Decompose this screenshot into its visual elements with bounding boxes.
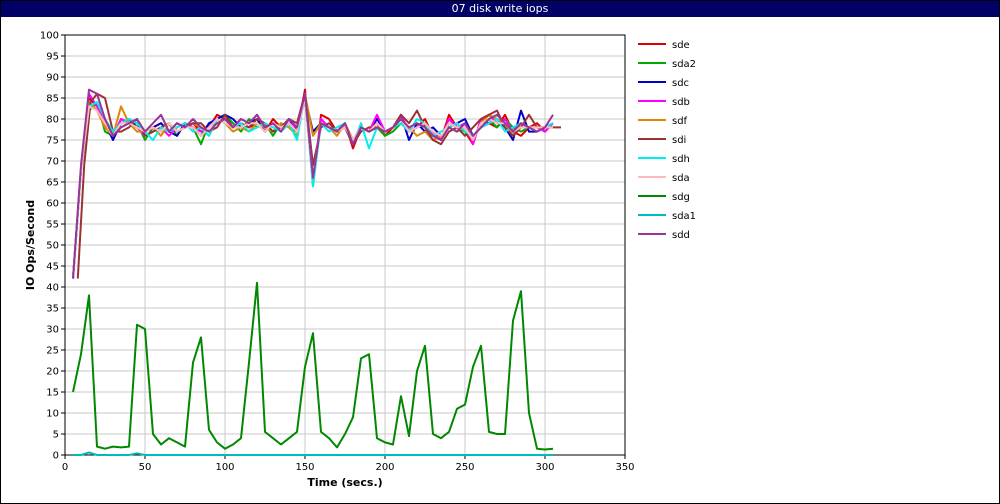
x-tick-label: 200 — [375, 462, 394, 473]
x-axis-ticks: 0 50 100 150 200 250 300 350 — [62, 455, 635, 473]
y-axis-ticks: 0 5 10 15 20 25 30 35 40 45 50 55 60 65 70 75 80 85 90 95 10… — [40, 31, 65, 462]
y-tick-label: 95 — [46, 52, 59, 63]
y-tick-label: 50 — [46, 241, 59, 252]
y-tick-label: 10 — [46, 409, 59, 420]
y-tick-label: 45 — [46, 262, 59, 273]
legend-label: sdc — [672, 78, 689, 89]
legend-label: sdh — [672, 154, 690, 165]
legend-label: sda2 — [672, 59, 696, 70]
y-tick-label: 20 — [46, 367, 59, 378]
x-tick-label: 300 — [535, 462, 554, 473]
x-tick-label: 0 — [62, 462, 68, 473]
y-tick-label: 55 — [46, 220, 59, 231]
x-tick-label: 150 — [295, 462, 314, 473]
legend-label: sdg — [672, 192, 690, 203]
x-tick-label: 250 — [455, 462, 474, 473]
legend-label: sdb — [672, 97, 690, 108]
y-tick-label: 5 — [53, 430, 59, 441]
y-tick-label: 70 — [46, 157, 59, 168]
y-tick-label: 60 — [46, 199, 59, 210]
legend-label: sde — [672, 40, 690, 51]
legend-label: sdd — [672, 230, 690, 241]
x-tick-label: 100 — [215, 462, 234, 473]
y-tick-label: 40 — [46, 283, 59, 294]
legend: sde sda2 sdc sdb sdf sdi sdh sda sdg sda1 sdd — [638, 40, 696, 241]
y-tick-label: 85 — [46, 94, 59, 105]
legend-label: sda — [672, 173, 690, 184]
y-tick-label: 35 — [46, 304, 59, 315]
legend-label: sdi — [672, 135, 686, 146]
y-axis-label: IO Ops/Second — [24, 200, 37, 290]
y-tick-label: 0 — [53, 451, 59, 462]
y-tick-label: 80 — [46, 115, 59, 126]
x-tick-label: 50 — [139, 462, 152, 473]
y-tick-label: 100 — [40, 31, 59, 42]
x-tick-label: 350 — [615, 462, 634, 473]
chart-canvas: 0 50 100 150 200 250 300 350 0 5 10 15 20 25 30 35 40 45… — [24, 31, 696, 490]
y-tick-label: 15 — [46, 388, 59, 399]
legend-label: sda1 — [672, 211, 696, 222]
y-tick-label: 25 — [46, 346, 59, 357]
y-tick-label: 75 — [46, 136, 59, 147]
legend-label: sdf — [672, 116, 688, 127]
y-tick-label: 30 — [46, 325, 59, 336]
x-axis-label: Time (secs.) — [307, 476, 382, 489]
y-tick-label: 65 — [46, 178, 59, 189]
series-lines — [72, 88, 561, 456]
y-tick-label: 90 — [46, 73, 59, 84]
